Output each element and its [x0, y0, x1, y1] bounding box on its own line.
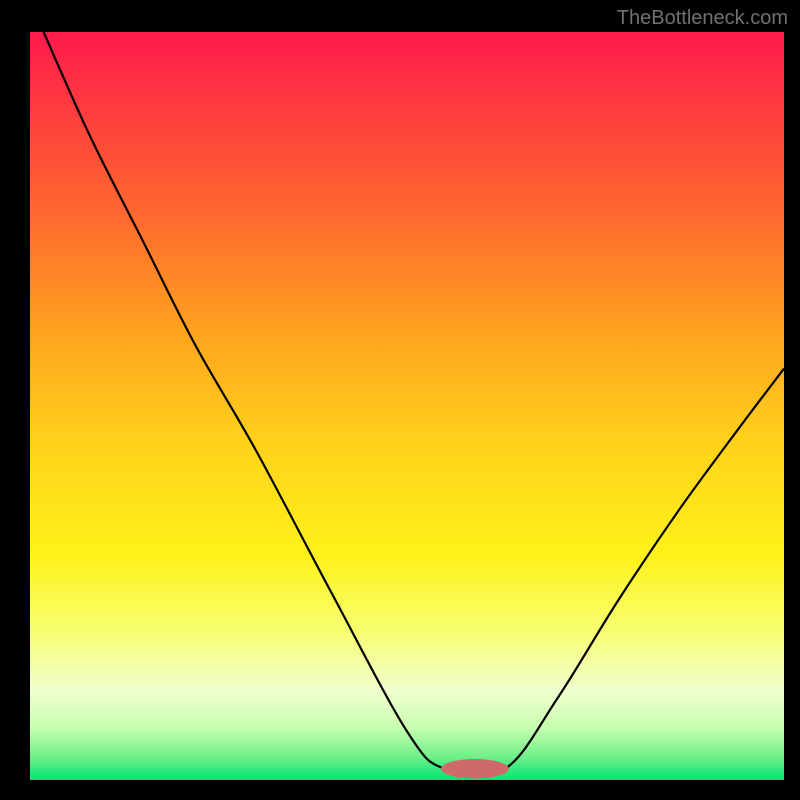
- watermark-text: TheBottleneck.com: [617, 7, 788, 29]
- plot-area: [30, 32, 784, 780]
- bottleneck-chart: TheBottleneck.com: [0, 0, 800, 800]
- optimal-point-marker: [441, 759, 509, 778]
